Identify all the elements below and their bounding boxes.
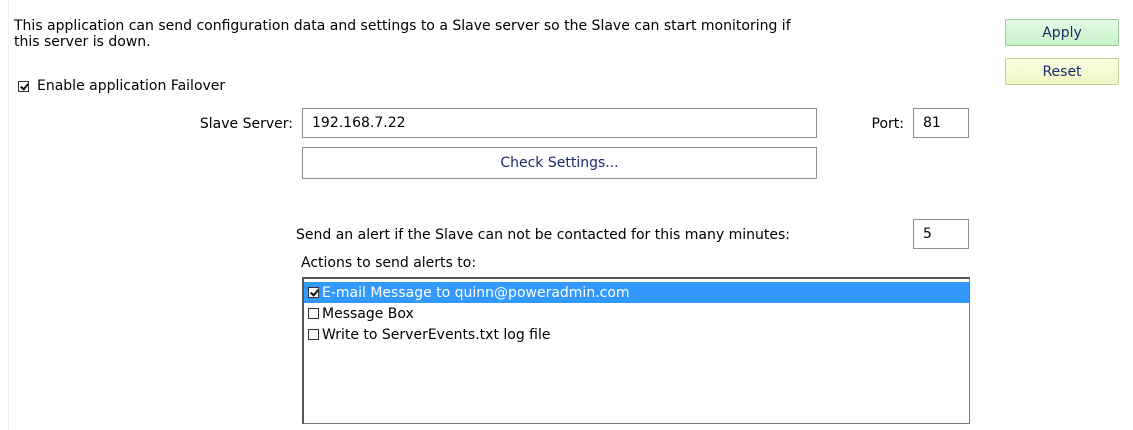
- port-label: Port:: [871, 116, 904, 132]
- slave-server-label: Slave Server:: [199, 116, 293, 132]
- check-settings-button[interactable]: Check Settings...: [302, 147, 817, 179]
- port-input[interactable]: 81: [913, 108, 969, 138]
- failover-description: This application can send configuration …: [14, 18, 974, 50]
- email-action-checkbox[interactable]: [308, 287, 319, 298]
- log-file-action-checkbox[interactable]: [308, 329, 319, 340]
- reset-button[interactable]: Reset: [1005, 58, 1119, 85]
- actions-label: Actions to send alerts to:: [301, 255, 477, 271]
- slave-server-input[interactable]: 192.168.7.22: [302, 108, 817, 138]
- apply-button[interactable]: Apply: [1005, 19, 1119, 46]
- alert-minutes-input[interactable]: 5: [913, 219, 969, 249]
- enable-failover-checkbox-row[interactable]: Enable application Failover: [18, 78, 225, 94]
- message-box-action-label: Message Box: [322, 305, 414, 322]
- description-line-1: This application can send configuration …: [14, 18, 791, 34]
- enable-failover-checkbox[interactable]: [18, 80, 29, 92]
- list-item-log-file[interactable]: Write to ServerEvents.txt log file: [304, 324, 969, 345]
- description-line-2: this server is down.: [14, 34, 151, 50]
- list-item-email[interactable]: E-mail Message to quinn@poweradmin.com: [304, 282, 969, 303]
- log-file-action-label: Write to ServerEvents.txt log file: [322, 326, 551, 343]
- alert-minutes-label: Send an alert if the Slave can not be co…: [296, 227, 790, 243]
- message-box-action-checkbox[interactable]: [308, 308, 319, 319]
- alert-actions-list[interactable]: E-mail Message to quinn@poweradmin.com M…: [302, 277, 970, 424]
- email-action-label: E-mail Message to quinn@poweradmin.com: [322, 284, 630, 301]
- enable-failover-label: Enable application Failover: [37, 78, 226, 94]
- list-item-message-box[interactable]: Message Box: [304, 303, 969, 324]
